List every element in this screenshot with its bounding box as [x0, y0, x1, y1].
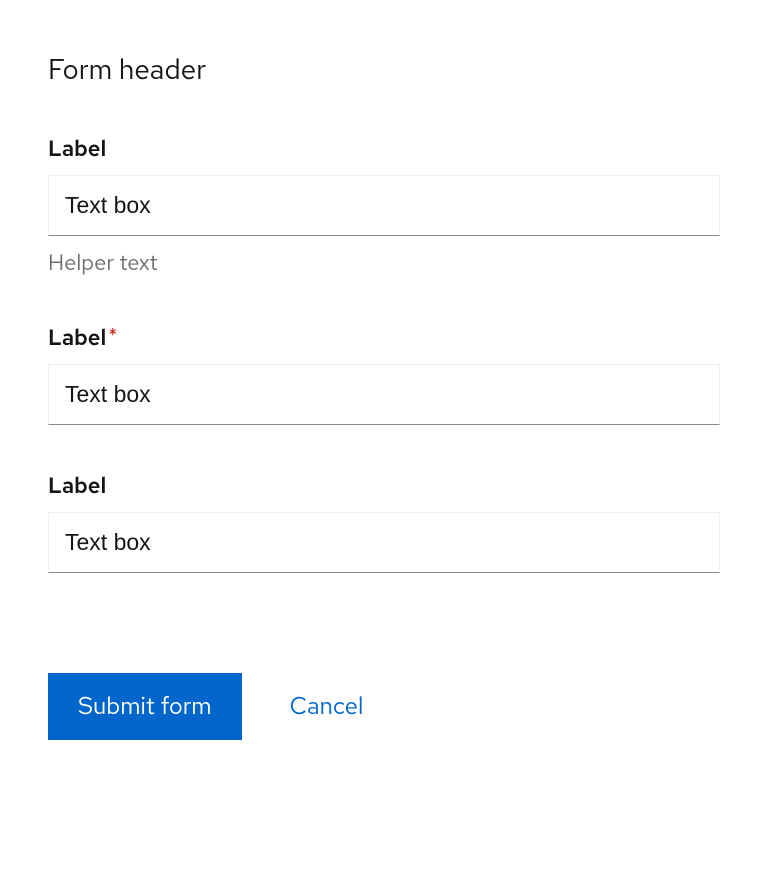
- helper-text-1: Helper text: [48, 248, 720, 277]
- form-group-3: Label: [48, 471, 720, 573]
- field-label-2: Label*: [48, 323, 720, 352]
- required-asterisk-icon: *: [108, 323, 117, 349]
- button-row: Submit form Cancel: [48, 673, 720, 740]
- form-group-1: Label Helper text: [48, 134, 720, 277]
- field-label-1: Label: [48, 134, 720, 163]
- text-input-3[interactable]: [48, 512, 720, 573]
- cancel-button[interactable]: Cancel: [290, 673, 364, 740]
- form-group-2: Label*: [48, 323, 720, 425]
- text-input-2[interactable]: [48, 364, 720, 425]
- field-label-2-text: Label: [48, 323, 106, 352]
- text-input-1[interactable]: [48, 175, 720, 236]
- form-header: Form header: [48, 50, 720, 88]
- submit-button[interactable]: Submit form: [48, 673, 242, 740]
- field-label-3: Label: [48, 471, 720, 500]
